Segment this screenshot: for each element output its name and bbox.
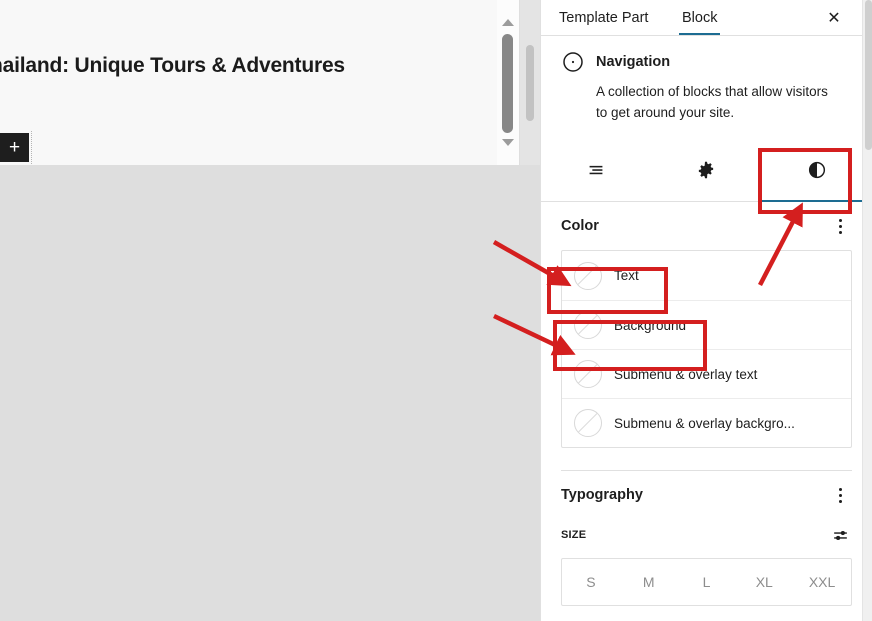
close-icon[interactable]: ✕ (818, 0, 850, 35)
no-color-swatch[interactable] (574, 311, 602, 339)
font-size-s[interactable]: S (562, 559, 620, 605)
font-size-label: SIZE (561, 529, 587, 541)
panel-tab-row (541, 139, 872, 202)
no-color-swatch[interactable] (574, 360, 602, 388)
font-size-row: SIZE (561, 519, 852, 551)
styles-half-circle-icon (808, 161, 825, 179)
block-info-card: Navigation A collection of blocks that a… (541, 36, 872, 139)
scrollbar-up-arrow[interactable] (500, 14, 516, 30)
color-row-label: Submenu & overlay text (614, 366, 758, 382)
font-size-xxl[interactable]: XXL (793, 559, 851, 605)
triangle-up-icon (502, 18, 514, 26)
tab-styles[interactable] (761, 139, 872, 202)
scrollbar-down-arrow[interactable] (500, 134, 516, 150)
color-row-submenu-overlay-background[interactable]: Submenu & overlay backgro... (562, 398, 851, 447)
color-row-text[interactable]: Text (562, 251, 851, 300)
color-row-label: Submenu & overlay backgro... (614, 415, 795, 431)
typography-panel-title: Typography (561, 487, 643, 503)
app-window: hailand: Unique Tours & Adventures + Tem… (0, 0, 872, 621)
no-color-swatch[interactable] (574, 261, 602, 290)
site-heading[interactable]: hailand: Unique Tours & Adventures (0, 54, 345, 78)
kebab-dot (838, 487, 842, 491)
add-block-button[interactable]: + (0, 133, 29, 162)
font-size-button-group: S M L XL XXL (561, 558, 852, 606)
list-view-icon (589, 165, 603, 175)
block-selection-handle (28, 131, 32, 164)
settings-gear-icon (699, 161, 714, 179)
color-row-submenu-overlay-text[interactable]: Submenu & overlay text (562, 349, 851, 398)
sidebar-scrollbar[interactable] (862, 0, 872, 621)
color-panel-header: Color (561, 202, 852, 250)
no-color-swatch[interactable] (574, 409, 602, 437)
kebab-dot (838, 224, 842, 228)
block-description: A collection of blocks that allow visito… (596, 84, 828, 120)
font-size-xl[interactable]: XL (735, 559, 793, 605)
block-info-header: Navigation (561, 50, 852, 74)
typography-panel: Typography SIZE S M L XL XXL (541, 471, 872, 606)
tab-template-part[interactable]: Template Part (559, 0, 648, 35)
kebab-dot (838, 493, 842, 497)
sliders-icon[interactable] (828, 523, 852, 547)
color-options-list: Text Background Submenu & overlay text S… (561, 250, 852, 448)
color-panel: Color Text Background Submenu & overlay … (541, 202, 872, 471)
font-size-l[interactable]: L (678, 559, 736, 605)
color-row-label: Text (614, 268, 639, 283)
color-row-label: Background (614, 317, 687, 333)
color-kebab-menu-icon[interactable] (828, 214, 852, 238)
outer-scrollbar[interactable] (520, 0, 540, 165)
font-size-m[interactable]: M (620, 559, 678, 605)
block-settings-sidebar: Template Part Block ✕ Navigation A colle… (540, 0, 872, 621)
kebab-dot (838, 230, 842, 234)
color-panel-title: Color (561, 218, 599, 234)
canvas-scrollbar[interactable] (497, 0, 519, 165)
plus-icon: + (8, 137, 21, 158)
editor-canvas[interactable]: hailand: Unique Tours & Adventures + (0, 0, 497, 165)
scrollbar-thumb[interactable] (502, 34, 513, 133)
tab-block[interactable]: Block (678, 0, 721, 35)
tab-list-view[interactable] (541, 139, 651, 201)
outer-scrollbar-thumb[interactable] (526, 45, 534, 121)
triangle-down-icon (502, 138, 514, 146)
kebab-dot (838, 499, 842, 503)
sidebar-tab-bar: Template Part Block ✕ (541, 0, 872, 36)
tab-settings[interactable] (651, 139, 761, 201)
typography-kebab-menu-icon[interactable] (828, 483, 852, 507)
block-title: Navigation (596, 54, 671, 70)
sidebar-scrollbar-thumb[interactable] (865, 0, 872, 150)
editor-area: hailand: Unique Tours & Adventures + (0, 0, 540, 621)
sliders-glyph (833, 530, 847, 540)
typography-panel-header: Typography (561, 471, 852, 519)
kebab-dot (838, 218, 842, 222)
color-row-background[interactable]: Background (562, 300, 851, 349)
navigation-compass-icon (563, 52, 583, 72)
